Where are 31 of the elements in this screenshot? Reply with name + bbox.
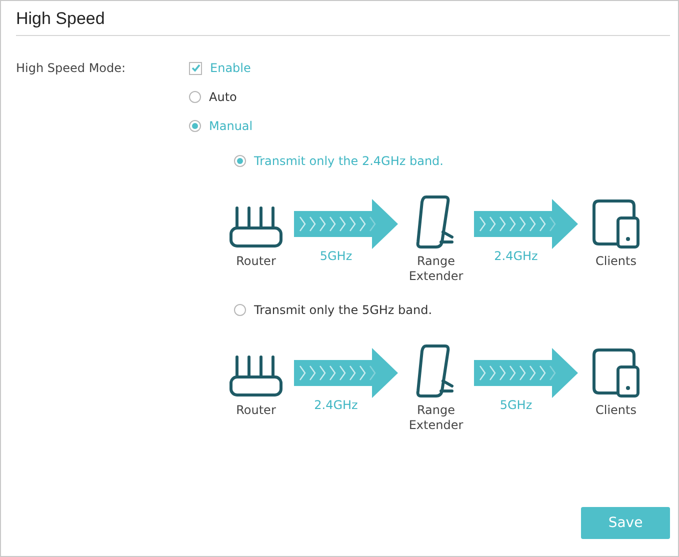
arrow-icon [294, 199, 398, 249]
router-icon [228, 204, 284, 250]
radio-button[interactable] [234, 304, 246, 316]
radio-button[interactable] [189, 120, 201, 132]
band-label: 2.4GHz [314, 398, 358, 412]
radio-button[interactable] [234, 155, 246, 167]
device-label: Range Extender [408, 403, 464, 433]
checkbox[interactable] [189, 62, 202, 74]
field-label: High Speed Mode: [16, 61, 127, 75]
arrow-icon [474, 199, 578, 249]
device-label: Router [235, 403, 277, 418]
checkbox-label: Enable [210, 61, 251, 75]
device-label: Range Extender [408, 254, 464, 284]
band-label: 2.4GHz [494, 249, 538, 263]
devices-icon [591, 198, 641, 250]
arrow-icon [294, 348, 398, 398]
radio-button[interactable] [189, 91, 201, 103]
device-label: Clients [594, 403, 638, 418]
radio-label: Manual [209, 119, 253, 133]
save-button[interactable]: Save [581, 507, 670, 539]
page-title: High Speed [16, 9, 106, 30]
radio-label: Transmit only the 2.4GHz band. [254, 154, 444, 168]
device-label: Router [235, 254, 277, 269]
radio-label: Auto [209, 90, 237, 104]
arrow-icon [474, 348, 578, 398]
device-label: Clients [594, 254, 638, 269]
band-label: 5GHz [320, 249, 352, 263]
radio-label: Transmit only the 5GHz band. [254, 303, 432, 317]
router-icon [228, 353, 284, 399]
devices-icon [591, 347, 641, 399]
band-label: 5GHz [500, 398, 532, 412]
